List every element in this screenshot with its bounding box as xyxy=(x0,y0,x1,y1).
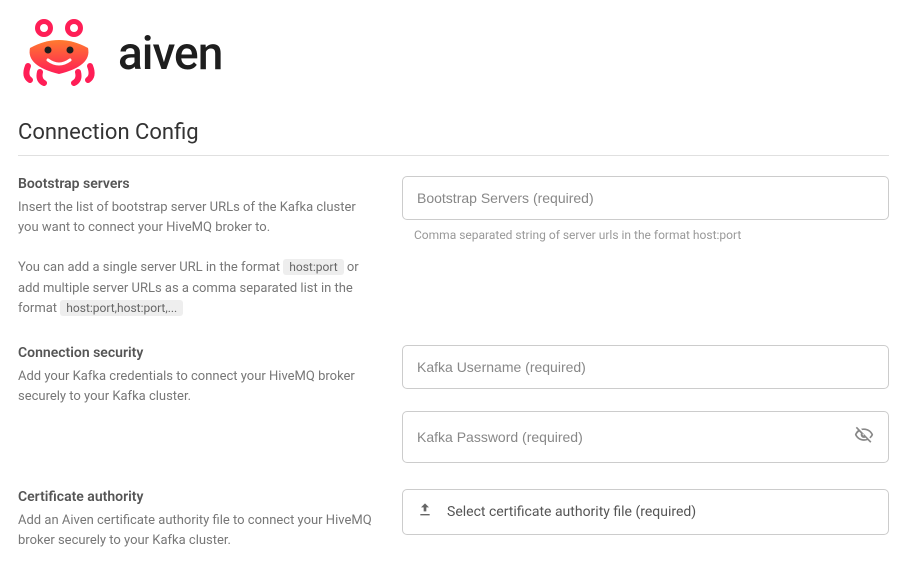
ca-input-col: Select certificate authority file (requi… xyxy=(402,489,889,551)
brand-header: aiven xyxy=(18,18,889,90)
select-ca-file-label: Select certificate authority file (requi… xyxy=(447,504,696,520)
kafka-username-input[interactable] xyxy=(417,359,874,375)
bootstrap-input-col: Comma separated string of server urls in… xyxy=(402,176,889,319)
ca-label: Certificate authority xyxy=(18,489,378,505)
brand-name: aiven xyxy=(118,27,222,81)
bootstrap-servers-input[interactable] xyxy=(417,190,874,206)
upload-icon xyxy=(417,502,433,522)
crab-logo-icon xyxy=(18,18,100,90)
bootstrap-helper: Comma separated string of server urls in… xyxy=(402,228,889,242)
security-input-col xyxy=(402,345,889,463)
bootstrap-label: Bootstrap servers xyxy=(18,176,378,192)
bootstrap-desc-line1: Insert the list of bootstrap server URLs… xyxy=(18,200,356,235)
select-ca-file-button[interactable]: Select certificate authority file (requi… xyxy=(402,489,889,535)
security-label-col: Connection security Add your Kafka crede… xyxy=(18,345,388,463)
bootstrap-label-col: Bootstrap servers Insert the list of boo… xyxy=(18,176,388,319)
ca-desc: Add an Aiven certificate authority file … xyxy=(18,511,378,551)
username-input-wrap[interactable] xyxy=(402,345,889,389)
bootstrap-desc-line2a: You can add a single server URL in the f… xyxy=(18,260,283,275)
security-label: Connection security xyxy=(18,345,378,361)
code-chip-single: host:port xyxy=(283,259,343,275)
ca-label-col: Certificate authority Add an Aiven certi… xyxy=(18,489,388,551)
section-title: Connection Config xyxy=(18,120,889,156)
code-chip-multi: host:port,host:port,... xyxy=(60,300,183,316)
security-desc: Add your Kafka credentials to connect yo… xyxy=(18,367,378,407)
kafka-password-input[interactable] xyxy=(417,429,846,445)
bootstrap-desc: Insert the list of bootstrap server URLs… xyxy=(18,198,378,319)
visibility-off-icon[interactable] xyxy=(854,425,874,449)
bootstrap-input-wrap[interactable] xyxy=(402,176,889,220)
password-input-wrap[interactable] xyxy=(402,411,889,463)
